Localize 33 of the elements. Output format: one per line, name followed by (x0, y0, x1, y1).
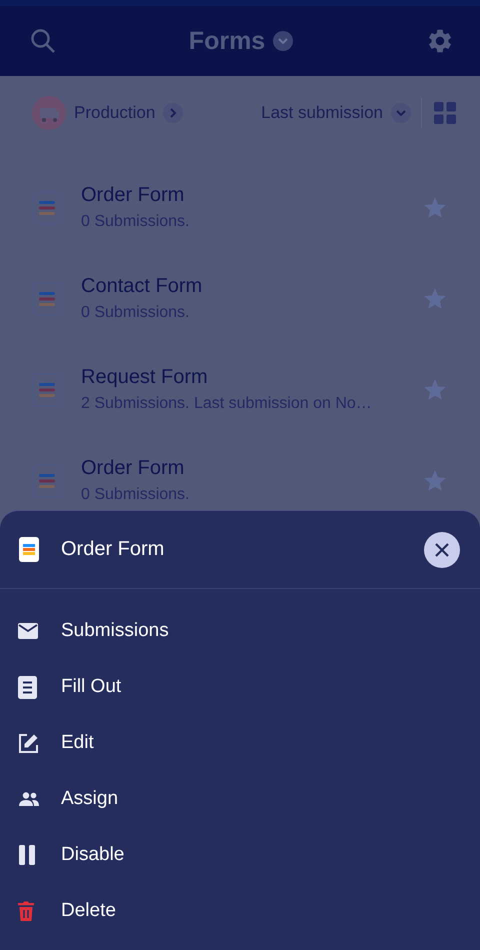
menu-item[interactable]: Fill Out (61, 676, 122, 698)
workspace-name[interactable]: Production (74, 103, 156, 123)
menu-item[interactable]: Submissions (61, 620, 169, 642)
chevron-right-icon[interactable] (163, 103, 184, 123)
form-icon (32, 464, 62, 498)
form-title[interactable]: Contact Form (81, 275, 403, 298)
search-icon[interactable] (30, 28, 56, 54)
menu-item[interactable]: Assign (61, 788, 118, 810)
chevron-down-icon[interactable] (391, 103, 411, 123)
trash-icon (18, 901, 34, 921)
form-icon (32, 282, 62, 316)
edit-icon (18, 732, 39, 754)
form-title[interactable]: Order Form (81, 457, 403, 480)
settings-icon[interactable] (426, 27, 454, 55)
close-icon (434, 542, 450, 558)
sheet-title: Order Form (61, 538, 166, 561)
form-title[interactable]: Request Form (81, 366, 403, 389)
document-icon (18, 676, 37, 698)
grid-view-icon[interactable] (434, 102, 456, 124)
page-title[interactable]: Forms (188, 26, 266, 56)
envelope-icon (18, 623, 38, 639)
people-icon (18, 792, 40, 806)
pause-icon (18, 845, 36, 865)
menu-item[interactable]: Disable (61, 844, 124, 866)
form-icon (32, 372, 62, 406)
form-title[interactable]: Order Form (81, 184, 403, 207)
sort-label[interactable]: Last submission (261, 103, 383, 123)
form-icon (32, 190, 62, 224)
menu-item[interactable]: Edit (61, 732, 94, 754)
menu-item[interactable]: Delete (61, 900, 116, 922)
close-button[interactable] (424, 532, 460, 568)
chevron-down-icon[interactable] (273, 31, 294, 51)
form-icon (19, 537, 39, 562)
